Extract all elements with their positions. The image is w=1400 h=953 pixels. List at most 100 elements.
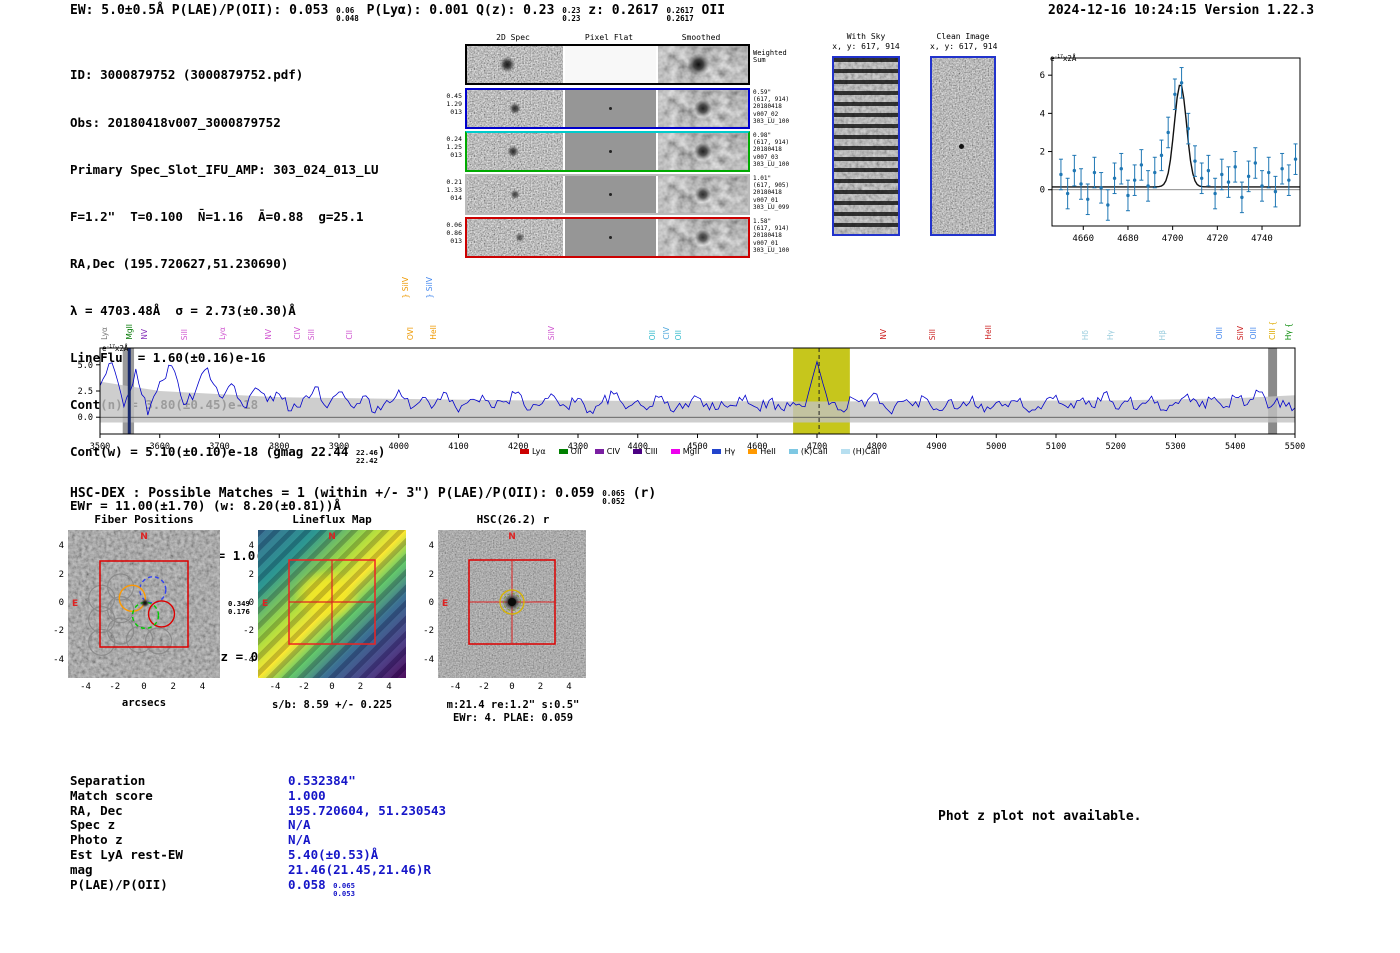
line-fit-chart: 4660 4680 4700 4720 4740 0 2 4 6 — [1040, 57, 1301, 244]
axis-tick-x: -2 — [478, 682, 489, 692]
axis-tick-y: 2 — [428, 569, 434, 580]
clean-image-title: Clean Image — [936, 32, 990, 41]
legend-swatch — [788, 449, 798, 454]
line-label-H: Hβ — [1158, 329, 1168, 340]
fiber-positions-xlabel: arcsecs — [121, 697, 167, 709]
svg-text:6: 6 — [1040, 71, 1045, 81]
spectrum-legend: Lyα OII CIV CIII MgII Hγ HeII (K)CaII (H)CaII — [430, 447, 970, 456]
cutout-pixelflat-image — [565, 176, 656, 213]
lineflux-map-image: N E — [258, 530, 406, 678]
compass-north: N — [508, 532, 516, 542]
line-label-SiIV: SiIV — [1236, 325, 1246, 340]
line-label-CIII: CIII { — [1268, 320, 1278, 340]
lineflux-map-title: Lineflux Map — [292, 513, 372, 526]
legend-swatch — [633, 449, 643, 454]
legend-swatch — [519, 449, 529, 454]
axis-tick-y: 0 — [428, 598, 434, 608]
cutout-smoothed-image — [658, 90, 748, 127]
cutout-pixelflat-image — [565, 133, 656, 170]
cutout-row-fiber1 — [465, 88, 750, 129]
line-label-Ly: Lyα — [218, 327, 228, 340]
cutout-smoothed-image — [658, 133, 748, 170]
line-label-H: Hγ { — [1283, 322, 1293, 340]
header-summary: EW: 5.0±0.5Å P(LAE)/P(OII): 0.053 0.06 0.… — [70, 3, 726, 24]
with-sky-image — [832, 56, 900, 236]
compass-east: E — [442, 599, 449, 609]
svg-text:5000: 5000 — [986, 442, 1006, 452]
hsc-cutout-title: HSC(26.2) r — [476, 513, 550, 526]
line-label-CIV: CIV — [293, 327, 303, 340]
line-label-OIII: OIII — [1249, 327, 1259, 340]
table-row: Photo z N/A — [70, 832, 311, 848]
svg-text:5500: 5500 — [1285, 442, 1305, 452]
fiber-positions-image: N E — [68, 530, 220, 678]
compass-north: N — [140, 532, 148, 542]
hsc-match-summary: HSC-DEX : Possible Matches = 1 (within +… — [70, 486, 657, 507]
fiber2-weights: 0.24 1.25 013 — [446, 135, 462, 159]
fiber2-meta: 0.98" (617, 914) 20180418 v007_03 303_LU_100 — [753, 132, 790, 168]
axis-tick-y: -4 — [423, 654, 434, 665]
axis-tick-y: 4 — [58, 541, 64, 552]
line-label-SiII: SiII — [306, 328, 316, 340]
cutout-2dspec-image — [467, 133, 563, 170]
table-row: Separation 0.532384" — [70, 773, 356, 788]
line-label-MgII: MgII — [125, 324, 135, 340]
line-label-H: Hδ — [1080, 329, 1090, 340]
compass-north: N — [328, 532, 336, 542]
column-title-2dspec: 2D Spec — [496, 33, 530, 42]
svg-text:4680: 4680 — [1117, 234, 1139, 244]
cutout-row-weighted — [465, 44, 750, 85]
noise-texture — [467, 219, 563, 256]
cutout-2dspec-image — [467, 219, 563, 256]
axis-tick-y: -2 — [423, 626, 434, 637]
axis-tick-y: 0 — [58, 598, 64, 608]
legend-item: Lyα — [519, 447, 546, 456]
legend-swatch — [712, 449, 722, 454]
axis-tick-y: -2 — [53, 626, 64, 637]
legend-item: OII — [558, 447, 582, 456]
line-label-OII: OII — [674, 329, 684, 340]
svg-text:5100: 5100 — [1046, 442, 1066, 452]
noise-texture — [467, 46, 563, 83]
legend-swatch — [558, 449, 568, 454]
fiber3-meta: 1.01" (617, 905) 20180418 v007_01 303_LU_099 — [753, 175, 790, 211]
cutout-2dspec-image — [467, 46, 563, 83]
noise-texture — [467, 90, 563, 127]
line-label-HeII: HeII — [429, 325, 439, 340]
axis-tick-x: -2 — [109, 682, 121, 692]
noise-texture — [658, 46, 748, 83]
axis-tick-x: -4 — [80, 682, 91, 692]
axis-tick-x: 2 — [170, 682, 176, 692]
info-line: ID: 3000879752 (3000879752.pdf) — [70, 67, 304, 83]
fiber-positions-title: Fiber Positions — [94, 513, 194, 526]
legend-swatch — [670, 449, 680, 454]
cutout-2dspec-image — [467, 176, 563, 213]
svg-text:3700: 3700 — [209, 442, 229, 452]
svg-text:5.0: 5.0 — [78, 361, 93, 371]
fiber3-weights: 0.21 1.33 014 — [446, 178, 462, 202]
line-label-SiIV: SiIV — [546, 325, 556, 340]
legend-swatch — [748, 449, 758, 454]
cutout-pixelflat-image — [565, 90, 656, 127]
cutout-smoothed-image — [658, 46, 748, 83]
with-sky-title: With Sky — [846, 32, 886, 41]
legend-item: Hγ — [712, 447, 735, 456]
line-label-H: Hγ — [1105, 329, 1115, 340]
weighted-sum-label: Weighted Sum — [753, 49, 787, 65]
fiber4-meta: 1.58" (617, 914) 20180418 v007_01 303_LU_100 — [753, 218, 790, 254]
table-row: RA, Dec 195.720604, 51.230543 — [70, 802, 447, 818]
axis-tick-y: 0 — [248, 598, 254, 608]
noise-texture — [658, 133, 748, 170]
line-label-NV: NV — [264, 329, 274, 340]
table-row: Est LyA rest-EW 5.40(±0.53)Å — [70, 846, 379, 862]
legend-item: CIV — [594, 447, 620, 456]
source-dot — [959, 144, 964, 149]
hsc-cutout-overlay — [468, 559, 556, 645]
full-spectrum-chart: 3500 3600 3700 3800 3900 4000 4100 4200 4300 4400… — [78, 347, 1305, 452]
column-title-smoothed: Smoothed — [681, 33, 721, 42]
fiber4-weights: 0.06 0.86 013 — [446, 221, 462, 245]
info-line: F=1.2" T=0.100 N̄=1.16 Ā=0.88 g=25.1 — [70, 208, 364, 224]
svg-text:5200: 5200 — [1106, 442, 1126, 452]
line-label-OIII: OIII — [1214, 327, 1224, 340]
cutout-smoothed-image — [658, 176, 748, 213]
